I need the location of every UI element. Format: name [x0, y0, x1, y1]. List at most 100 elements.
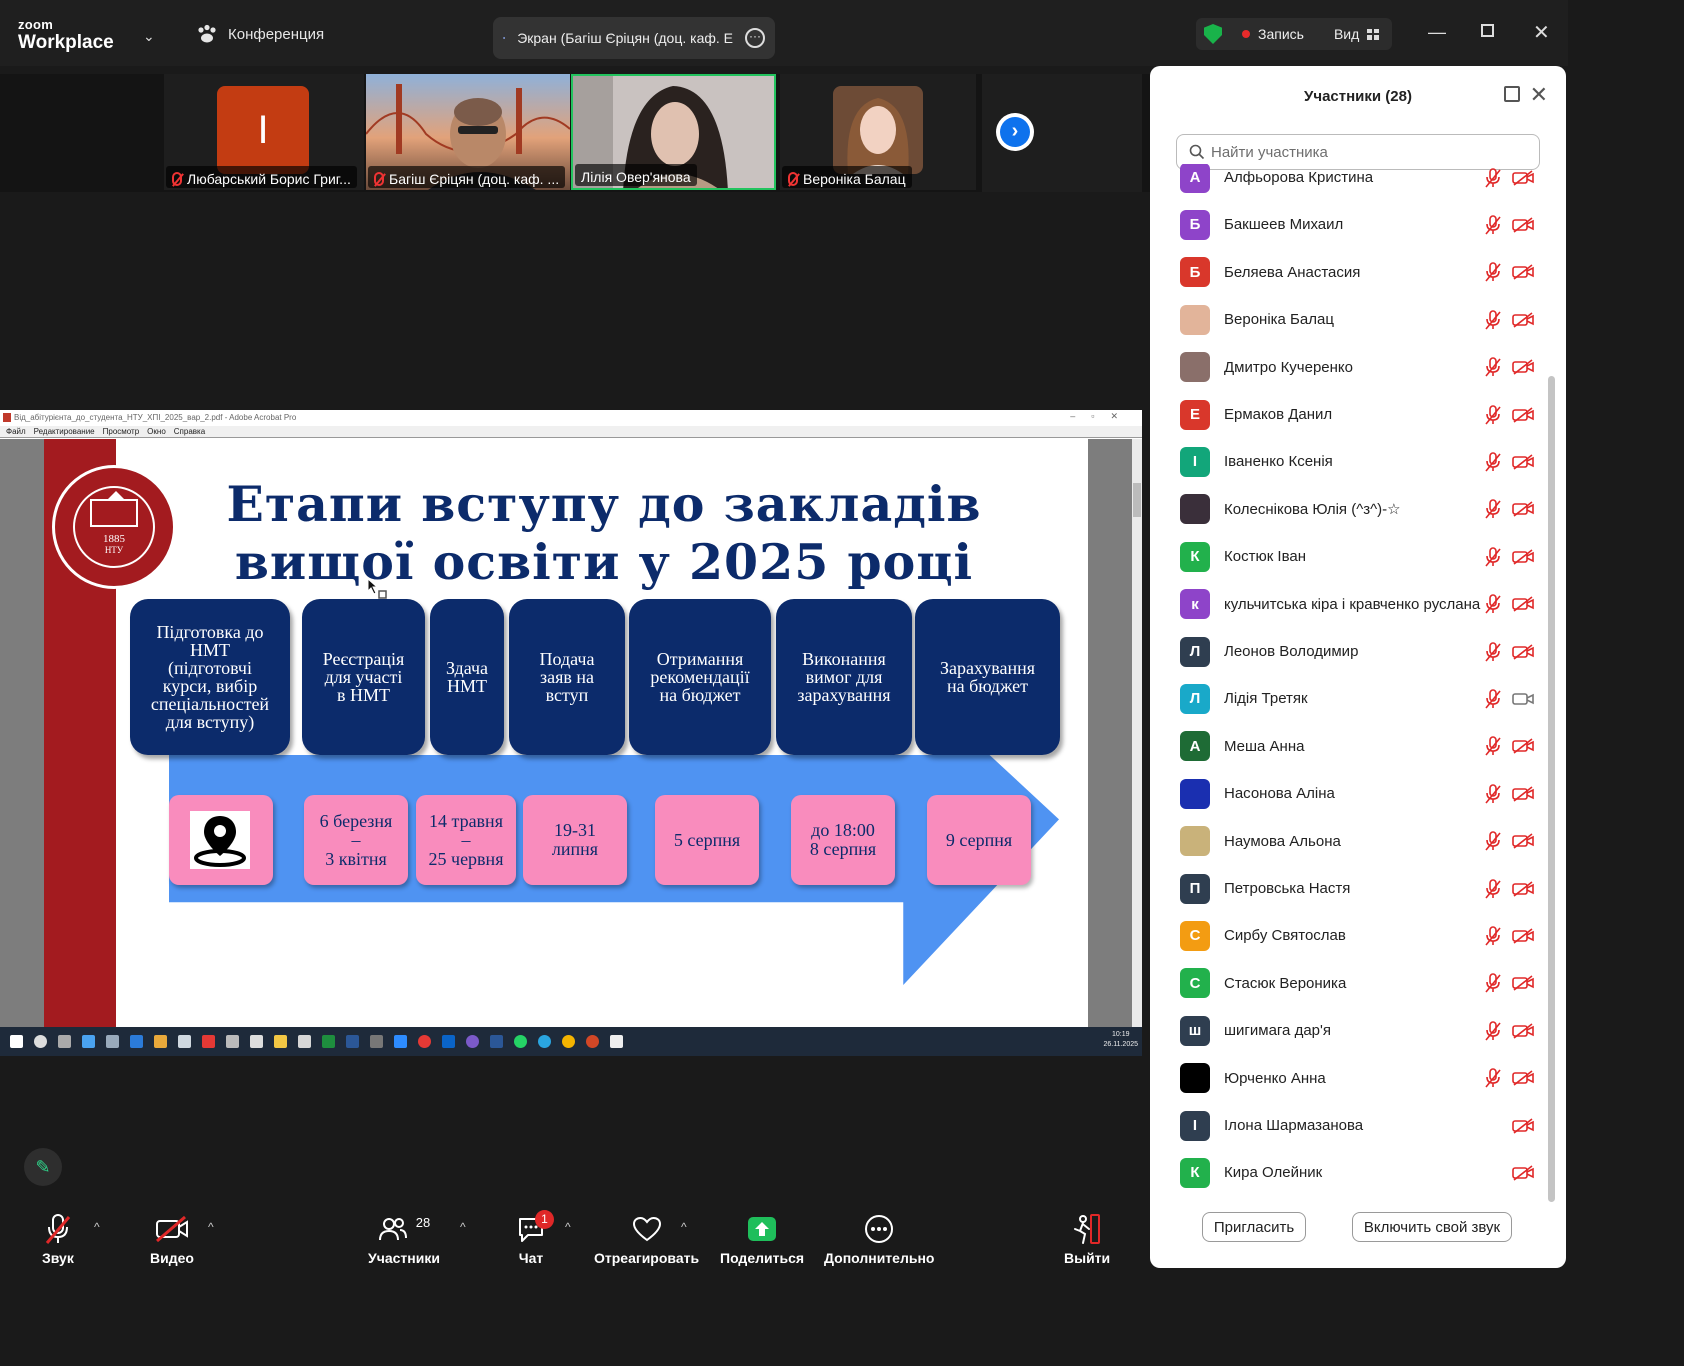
participant-row[interactable]: Вероніка Балац: [1150, 296, 1550, 343]
participant-row[interactable]: С Стасюк Вероника: [1150, 960, 1550, 1007]
video-tile[interactable]: Вероніка Балац: [780, 74, 976, 190]
photos-icon[interactable]: [130, 1035, 143, 1048]
date-box: 19-31 липня: [523, 795, 627, 885]
app-icon[interactable]: [178, 1035, 191, 1048]
participant-name: Беляева Анастасия: [1224, 263, 1361, 281]
file-explorer-icon[interactable]: [274, 1035, 287, 1048]
video-options-caret-icon[interactable]: ^: [208, 1220, 214, 1234]
video-button[interactable]: Видео: [150, 1212, 194, 1266]
participant-row[interactable]: І Ілона Шармазанова: [1150, 1102, 1550, 1149]
panel-scrollbar[interactable]: [1548, 172, 1556, 1202]
word-icon[interactable]: [490, 1035, 503, 1048]
participant-row[interactable]: Б Беляева Анастасия: [1150, 249, 1550, 296]
avatar: ш: [1180, 1015, 1210, 1046]
participant-name: Меша Анна: [1224, 737, 1305, 755]
menu-file[interactable]: Файл: [6, 427, 26, 437]
audio-options-caret-icon[interactable]: ^: [94, 1220, 100, 1234]
viber-icon[interactable]: [466, 1035, 479, 1048]
video-off-icon: [1512, 406, 1534, 423]
app-icon[interactable]: [250, 1035, 263, 1048]
audio-button[interactable]: Звук: [42, 1212, 74, 1266]
chevron-right-icon: ›: [1000, 117, 1030, 147]
panel-scroll-thumb[interactable]: [1548, 376, 1555, 1202]
menu-help[interactable]: Справка: [174, 427, 205, 437]
view-button[interactable]: Вид: [1334, 26, 1359, 42]
annotate-pencil-button[interactable]: ✎: [24, 1148, 62, 1186]
app-icon[interactable]: [202, 1035, 215, 1048]
whatsapp-icon[interactable]: [514, 1035, 527, 1048]
opera-icon[interactable]: [418, 1035, 431, 1048]
share-screen-button[interactable]: Поделиться: [720, 1212, 804, 1266]
popout-icon[interactable]: [1504, 86, 1520, 102]
participant-row[interactable]: A Меша Анна: [1150, 723, 1550, 770]
close-window-icon[interactable]: ✕: [1533, 20, 1550, 45]
participant-row[interactable]: К Кира Олейник: [1150, 1149, 1550, 1196]
close-icon[interactable]: ✕: [1530, 82, 1548, 108]
participant-row[interactable]: Колеснікова Юлія (^з^)-☆: [1150, 486, 1550, 533]
maximize-icon[interactable]: [1481, 24, 1494, 37]
more-options-icon[interactable]: ···: [745, 28, 765, 48]
chat-button[interactable]: 1 Чат: [516, 1210, 554, 1266]
participant-row[interactable]: А Алфьорова Кристина: [1150, 164, 1550, 201]
slide: 1885 НТУ Етапи вступу до закладів вищої …: [44, 439, 1088, 1027]
video-tile[interactable]: Багіш Єріцян (доц. каф. ...: [366, 74, 570, 190]
participants-button[interactable]: 28 Участники: [368, 1212, 440, 1267]
participant-row[interactable]: Б Бакшеев Михаил: [1150, 201, 1550, 248]
more-button[interactable]: Дополнительно: [824, 1212, 934, 1266]
video-tile[interactable]: І Любарський Борис Григ...: [164, 74, 364, 190]
participant-row[interactable]: Е Ермаков Данил: [1150, 391, 1550, 438]
avatar: І: [1180, 446, 1210, 477]
pdf-scroll-thumb[interactable]: [1133, 483, 1141, 517]
outlook-icon[interactable]: [442, 1035, 455, 1048]
unmute-button[interactable]: Включить свой звук: [1352, 1212, 1512, 1242]
participant-row[interactable]: ш шигимага дар'я: [1150, 1007, 1550, 1054]
menu-view[interactable]: Просмотр: [103, 427, 140, 437]
react-options-caret-icon[interactable]: ^: [681, 1220, 687, 1234]
zoom-icon[interactable]: [394, 1035, 407, 1048]
app-icon[interactable]: [370, 1035, 383, 1048]
search-icon[interactable]: [34, 1035, 47, 1048]
participants-options-caret-icon[interactable]: ^: [460, 1220, 466, 1234]
participant-row[interactable]: Насонова Аліна: [1150, 770, 1550, 817]
minimize-icon[interactable]: —: [1428, 22, 1446, 43]
powerpoint-icon[interactable]: [586, 1035, 599, 1048]
participant-row[interactable]: Наумова Альона: [1150, 818, 1550, 865]
task-view-icon[interactable]: [58, 1035, 71, 1048]
menu-window[interactable]: Окно: [147, 427, 166, 437]
participant-row[interactable]: Дмитро Кучеренко: [1150, 344, 1550, 391]
participant-row[interactable]: І Іваненко Ксенія: [1150, 438, 1550, 485]
app-icon[interactable]: [226, 1035, 239, 1048]
chat-options-caret-icon[interactable]: ^: [565, 1220, 571, 1234]
participant-row[interactable]: Л Леонов Володимир: [1150, 628, 1550, 675]
mail-icon[interactable]: [82, 1035, 95, 1048]
calculator-icon[interactable]: [298, 1035, 311, 1048]
telegram-icon[interactable]: [538, 1035, 551, 1048]
video-tile-active-speaker[interactable]: Лілія Овер'янова: [571, 74, 776, 190]
participant-row[interactable]: С Сирбу Святослав: [1150, 912, 1550, 959]
zoom-logo: zoom Workplace: [18, 18, 114, 52]
copilot-icon[interactable]: [154, 1035, 167, 1048]
chevron-down-icon[interactable]: ⌄: [143, 28, 155, 45]
participant-row[interactable]: Л Лідія Третяк: [1150, 675, 1550, 722]
next-page-button[interactable]: ›: [996, 113, 1034, 151]
menu-edit[interactable]: Редактирование: [34, 427, 95, 437]
search-input[interactable]: [1211, 143, 1531, 161]
pdf-scrollbar[interactable]: [1132, 439, 1142, 1027]
participant-row[interactable]: П Петровська Настя: [1150, 865, 1550, 912]
record-button[interactable]: Запись: [1258, 26, 1304, 42]
invite-button[interactable]: Пригласить: [1202, 1212, 1306, 1242]
app-icon[interactable]: [346, 1035, 359, 1048]
participant-row[interactable]: К Костюк Іван: [1150, 533, 1550, 580]
acrobat-icon[interactable]: [610, 1035, 623, 1048]
tab-screen-share[interactable]: Экран (Багіш Єріцян (доц. каф. Е ···: [493, 17, 775, 59]
tab-conference[interactable]: Конференция: [196, 24, 324, 44]
more-label: Дополнительно: [824, 1250, 935, 1266]
participant-row[interactable]: Юрченко Анна: [1150, 1055, 1550, 1102]
participant-row[interactable]: к кульчитська кіра і кравченко руслана: [1150, 581, 1550, 628]
app-icon[interactable]: [106, 1035, 119, 1048]
excel-icon[interactable]: [322, 1035, 335, 1048]
video-off-icon: [1512, 738, 1534, 754]
windows-start-icon[interactable]: [10, 1035, 23, 1048]
chrome-icon[interactable]: [562, 1035, 575, 1048]
leave-button[interactable]: Выйти: [1064, 1212, 1110, 1266]
